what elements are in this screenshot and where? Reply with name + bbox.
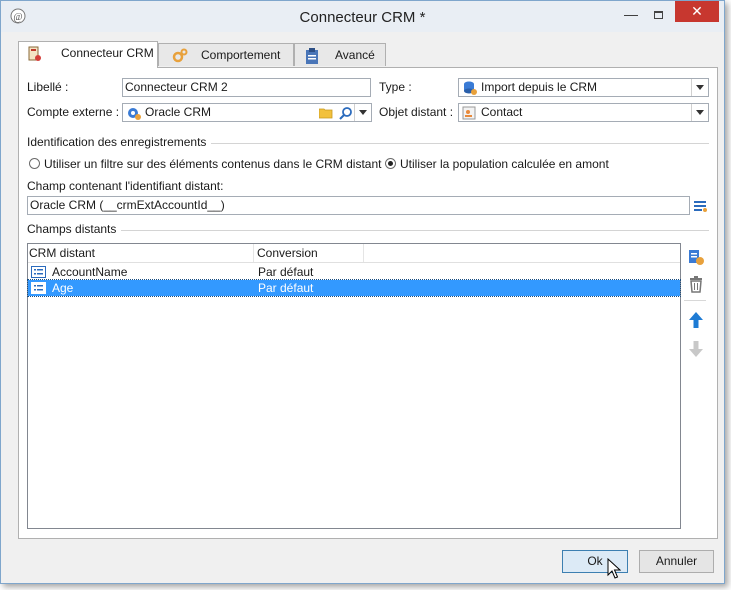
filter-radio-label[interactable]: Utiliser un filtre sur des éléments cont… [44, 157, 381, 171]
compte-externe-field[interactable]: Oracle CRM [122, 103, 372, 122]
group-divider [121, 230, 709, 231]
maximize-icon [654, 11, 663, 19]
folder-icon[interactable] [319, 107, 333, 119]
group-divider [211, 143, 709, 144]
objet-distant-select[interactable]: Contact [458, 103, 709, 122]
maximize-button[interactable] [646, 7, 672, 25]
champ-identifiant-input[interactable]: Oracle CRM (__crmExtAccountId__) [27, 196, 690, 215]
list-header: CRM distant Conversion [28, 244, 680, 263]
champs-distants-title: Champs distants [27, 222, 117, 236]
field-icon [31, 282, 46, 294]
column-header-conversion[interactable]: Conversion [257, 246, 318, 260]
type-label: Type : [379, 80, 412, 94]
population-radio[interactable] [385, 158, 396, 169]
column-separator[interactable] [253, 244, 254, 262]
chevron-down-icon[interactable] [354, 104, 371, 121]
objet-distant-value: Contact [481, 105, 523, 119]
row-conversion: Par défaut [258, 281, 314, 295]
column-header-crm-distant[interactable]: CRM distant [29, 246, 95, 260]
tab-label: Avancé [335, 48, 375, 62]
filter-radio[interactable] [29, 158, 40, 169]
external-account-icon [128, 108, 141, 120]
column-separator[interactable] [363, 244, 364, 262]
cancel-button[interactable]: Annuler [639, 550, 714, 573]
arrow-down-icon[interactable] [686, 339, 706, 359]
trash-icon[interactable] [686, 274, 706, 294]
field-icon [31, 266, 46, 278]
tab-connecteur-crm[interactable]: Connecteur CRM [18, 41, 158, 68]
population-radio-label[interactable]: Utiliser la population calculée en amont [400, 157, 609, 171]
clipboard-icon [306, 48, 318, 64]
crm-connector-icon [28, 46, 41, 61]
tab-label: Comportement [201, 48, 281, 62]
row-conversion: Par défaut [258, 265, 314, 279]
search-icon[interactable] [339, 106, 353, 120]
dialog-window: @ Connecteur CRM * — ✕ Connecteur CRM Co… [0, 0, 725, 584]
close-button[interactable]: ✕ [675, 1, 719, 22]
row-name: AccountName [52, 265, 128, 279]
gears-icon [172, 48, 188, 63]
arrow-up-icon[interactable] [686, 310, 706, 330]
crm-import-icon [464, 81, 477, 95]
type-select[interactable]: Import depuis le CRM [458, 78, 709, 97]
champ-identifiant-label: Champ contenant l'identifiant distant: [27, 179, 224, 193]
libelle-input[interactable]: Connecteur CRM 2 [122, 78, 371, 97]
ok-button-label: Ok [587, 554, 603, 568]
tab-comportement[interactable]: Comportement [158, 43, 294, 66]
identification-title: Identification des enregistrements [27, 135, 207, 149]
mouse-cursor-icon [607, 558, 621, 579]
tab-label: Connecteur CRM [61, 46, 154, 60]
minimize-button[interactable]: — [618, 7, 644, 25]
type-value: Import depuis le CRM [481, 80, 598, 94]
chevron-down-icon[interactable] [691, 79, 708, 96]
edit-expression-icon[interactable] [692, 198, 708, 214]
table-row[interactable]: Age Par défaut [27, 279, 681, 297]
title-bar[interactable]: @ Connecteur CRM * — ✕ [1, 1, 724, 32]
champs-distants-list[interactable]: CRM distant Conversion AccountName Par d… [27, 243, 681, 529]
add-field-icon[interactable] [686, 247, 706, 267]
toolbar-separator [684, 300, 706, 301]
compte-externe-value: Oracle CRM [145, 105, 212, 119]
contact-icon [462, 106, 476, 120]
window-title: Connecteur CRM * [299, 9, 426, 26]
table-row[interactable]: AccountName Par défaut [28, 264, 680, 280]
libelle-label: Libellé : [27, 80, 69, 94]
compte-externe-label: Compte externe : [27, 105, 120, 119]
tab-avance[interactable]: Avancé [294, 43, 386, 66]
row-name: Age [52, 281, 74, 295]
objet-distant-label: Objet distant : [379, 105, 454, 119]
cancel-button-label: Annuler [655, 554, 698, 568]
chevron-down-icon[interactable] [691, 104, 708, 121]
